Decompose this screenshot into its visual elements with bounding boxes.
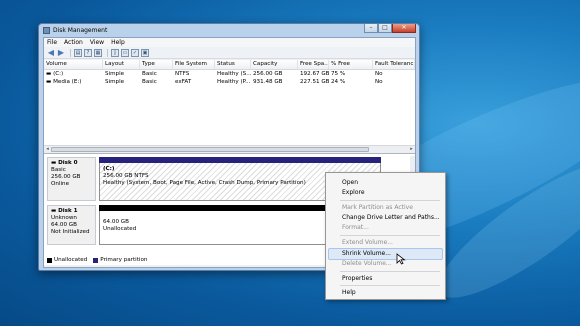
minimize-icon[interactable]: – (364, 24, 378, 33)
window-controls: – □ ✕ (364, 24, 416, 33)
disk-state: Online (51, 181, 70, 187)
table-cell: 931.48 GB (253, 79, 283, 85)
table-cell: 24 % (331, 79, 346, 85)
menu-change-drive-letter[interactable]: Change Drive Letter and Paths... (342, 214, 440, 222)
menu-separator (340, 200, 440, 201)
column-header[interactable]: Free Spa... (298, 60, 329, 69)
help-icon[interactable]: ? (84, 48, 92, 57)
checklist-icon[interactable]: ✓ (131, 48, 139, 57)
table-cell: NTFS (175, 71, 190, 77)
table-row[interactable]: ▬ (C:) Simple Basic NTFS Healthy (S... 2… (44, 70, 415, 78)
table-cell: Simple (105, 71, 125, 77)
menu-action[interactable]: Action (64, 39, 83, 46)
rescan-icon[interactable]: ▯ (111, 48, 119, 57)
scrollbar-thumb[interactable] (51, 147, 369, 152)
legend-swatch-unallocated (47, 257, 52, 263)
toolbar-separator (107, 48, 108, 57)
disk-name: Disk 0 (58, 160, 78, 166)
menu-delete-volume[interactable]: Delete Volume... (342, 260, 392, 268)
disk-size: 256.00 GB (51, 174, 81, 180)
menu-open[interactable]: Open (342, 179, 358, 187)
disk-management-icon (43, 26, 50, 34)
back-arrow-icon[interactable]: ◀ (47, 48, 55, 57)
menu-view[interactable]: View (90, 39, 104, 46)
column-header[interactable]: % Free (329, 60, 373, 69)
wallpaper-streak (422, 142, 580, 318)
disk-kind: Basic (51, 167, 66, 173)
close-icon[interactable]: ✕ (392, 24, 416, 33)
menu-separator (340, 271, 440, 272)
folder-icon[interactable]: ▭ (121, 48, 129, 57)
scroll-right-icon[interactable]: ▸ (408, 146, 415, 153)
volume-cell: ▬ Media (E:) (44, 78, 103, 86)
disk-state: Not Initialized (51, 229, 90, 235)
table-cell: Healthy (P... (217, 79, 251, 85)
table-cell: 192.67 GB (300, 71, 329, 77)
menu-properties[interactable]: Properties (342, 275, 372, 283)
table-cell: 227.51 GB (300, 79, 329, 85)
menu-mark-active[interactable]: Mark Partition as Active (342, 204, 413, 212)
horizontal-scrollbar[interactable]: ◂ ▸ (44, 145, 415, 153)
window-title: Disk Management (53, 26, 108, 34)
volume-list: Volume Layout Type File System Status Ca… (44, 60, 415, 154)
menu-explore[interactable]: Explore (342, 189, 365, 197)
disk-0-label[interactable]: ▬ Disk 0 Basic 256.00 GB Online (47, 157, 96, 201)
volume-name: (C:) (53, 71, 64, 77)
volume-cell: ▬ (C:) (44, 70, 103, 78)
menu-file[interactable]: File (47, 39, 57, 46)
column-header[interactable]: File System (173, 60, 215, 69)
menu-format[interactable]: Format... (342, 224, 369, 232)
table-cell: Simple (105, 79, 125, 85)
legend: Unallocated Primary partition (47, 257, 147, 263)
legend-swatch-primary (93, 257, 99, 263)
menu-separator (340, 235, 440, 236)
table-cell: exFAT (175, 79, 192, 85)
table-cell: Basic (142, 79, 157, 85)
table-cell: Basic (142, 71, 157, 77)
toolbar-separator (70, 48, 71, 57)
settings-icon[interactable]: ▣ (141, 48, 149, 57)
properties-icon[interactable]: ▦ (94, 48, 102, 57)
menu-help[interactable]: Help (342, 289, 356, 297)
volume-name: Media (E:) (53, 79, 82, 85)
scroll-left-icon[interactable]: ◂ (44, 146, 51, 153)
menu-bar: File Action View Help (44, 38, 415, 47)
column-header[interactable]: Type (140, 60, 173, 69)
table-row[interactable]: ▬ Media (E:) Simple Basic exFAT Healthy … (44, 78, 415, 86)
title-bar[interactable]: Disk Management – □ ✕ (39, 24, 419, 36)
disk-name: Disk 1 (58, 208, 78, 214)
mouse-cursor-icon (396, 253, 406, 265)
forward-arrow-icon[interactable]: ▶ (57, 48, 65, 57)
disk-kind: Unknown (51, 215, 77, 221)
toolbar: ◀ ▶ ▤ ? ▦ ▯ ▭ ✓ ▣ (44, 47, 415, 59)
table-cell: No (375, 79, 383, 85)
column-header[interactable]: Capacity (251, 60, 298, 69)
table-cell: No (375, 71, 383, 77)
column-header[interactable]: Fault Toleranc (373, 60, 415, 69)
table-cell: Healthy (S... (217, 71, 251, 77)
legend-unallocated: Unallocated (54, 257, 88, 263)
table-cell: 256.00 GB (253, 71, 283, 77)
menu-extend-volume[interactable]: Extend Volume... (342, 239, 393, 247)
maximize-icon[interactable]: □ (378, 24, 392, 33)
menu-shrink-volume[interactable]: Shrink Volume... (342, 250, 391, 258)
disk-size: 64.00 GB (51, 222, 77, 228)
column-header[interactable]: Status (215, 60, 251, 69)
menu-help[interactable]: Help (111, 39, 125, 46)
table-cell: 75 % (331, 71, 346, 77)
disk-1-label[interactable]: ▬ Disk 1 Unknown 64.00 GB Not Initialize… (47, 205, 96, 245)
column-header[interactable]: Layout (103, 60, 140, 69)
console-tree-icon[interactable]: ▤ (74, 48, 82, 57)
column-header[interactable]: Volume (44, 60, 103, 69)
legend-primary: Primary partition (100, 257, 148, 263)
menu-separator (340, 285, 440, 286)
context-menu: Open Explore Mark Partition as Active Ch… (325, 172, 446, 300)
volume-list-header: Volume Layout Type File System Status Ca… (44, 60, 415, 70)
